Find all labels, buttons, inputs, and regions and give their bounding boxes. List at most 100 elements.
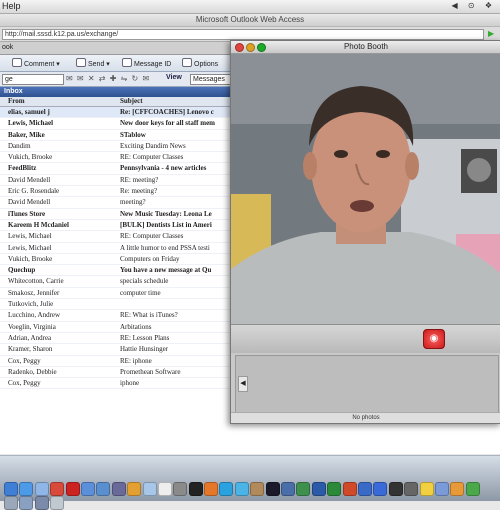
stickies-icon[interactable]: [419, 482, 434, 496]
downloads-icon[interactable]: [34, 496, 49, 510]
address-book-icon[interactable]: [250, 482, 265, 496]
take-photo-button[interactable]: ◉: [423, 329, 445, 349]
send-label: Send: [88, 61, 105, 68]
message-from: Eric G. Rosendale: [8, 187, 60, 196]
message-from: Whitecotton, Carrie: [8, 277, 64, 286]
window-title: Microsoft Outlook Web Access: [0, 14, 500, 27]
powerpoint-icon[interactable]: [342, 482, 357, 496]
message-id-label: Message ID: [134, 61, 172, 68]
message-action-icons[interactable]: ✉ ✉ ✕ ⇄ ✚ ⇋ ↻ ✉: [66, 74, 150, 83]
comment-icon: [12, 58, 22, 67]
ichat-icon[interactable]: [234, 482, 249, 496]
view-label: View: [166, 74, 182, 81]
send-button[interactable]: Send ▾: [76, 58, 110, 68]
message-from: Vukich, Brooke: [8, 153, 53, 162]
photobooth-window: Photo Booth ◉ ◀ No photos: [230, 40, 500, 424]
imovie-icon[interactable]: [111, 482, 126, 496]
message-from: Lewis, Michael: [8, 232, 52, 241]
camera-icon: ◉: [429, 333, 439, 344]
message-id-icon: [122, 58, 132, 67]
excel-icon[interactable]: [327, 482, 342, 496]
finder-icon[interactable]: [4, 482, 18, 496]
message-from: Vukich, Brooke: [8, 254, 53, 263]
keynote-icon[interactable]: [434, 482, 449, 496]
from-column-header[interactable]: From: [8, 97, 25, 105]
safari-icon[interactable]: [19, 482, 34, 496]
message-from: Lewis, Michael: [8, 243, 52, 252]
photobooth-controls: ◉: [231, 324, 500, 353]
preview-icon[interactable]: [142, 482, 157, 496]
message-from: Voeglin, Virginia: [8, 322, 56, 331]
photobooth-titlebar: Photo Booth: [231, 41, 500, 54]
minimize-icon[interactable]: [246, 43, 255, 52]
photobooth-status: No photos: [231, 412, 500, 423]
iphoto-icon[interactable]: [96, 482, 111, 496]
spaces-icon[interactable]: [281, 482, 296, 496]
menu-status-icons[interactable]: ◀ ⊙ ❖: [452, 1, 496, 10]
message-from: Kareem H Mcdaniel: [8, 220, 69, 229]
zoom-icon[interactable]: [257, 43, 266, 52]
photobooth-icon[interactable]: [65, 482, 80, 496]
folder-select[interactable]: ge: [2, 74, 64, 85]
options-label: Options: [194, 61, 219, 68]
tab-outlook[interactable]: ook: [2, 44, 13, 51]
photobooth-title: Photo Booth: [343, 42, 389, 51]
tray-scroll-left-icon[interactable]: ◀: [238, 376, 248, 392]
options-icon: [182, 58, 192, 67]
dashboard-icon[interactable]: [265, 482, 280, 496]
dock-icon-row: [4, 482, 496, 510]
firefox-icon[interactable]: [204, 482, 219, 496]
skype-icon[interactable]: [219, 482, 234, 496]
message-from: Smakosz, Jennifer: [8, 288, 60, 297]
message-id-button[interactable]: Message ID: [122, 58, 171, 68]
send-icon: [76, 58, 86, 67]
camera-preview: [231, 54, 500, 324]
message-from: David Mendell: [8, 198, 51, 207]
message-from: Lewis, Michael: [8, 119, 54, 128]
numbers-icon[interactable]: [465, 482, 480, 496]
options-button[interactable]: Options: [182, 58, 218, 68]
message-from: elias, samuel j: [8, 108, 50, 116]
garageband-icon[interactable]: [127, 482, 142, 496]
url-field[interactable]: http://mail.sssd.k12.pa.us/exchange/: [2, 29, 484, 40]
message-from: Dandim: [8, 141, 31, 150]
message-from: Quechup: [8, 266, 36, 275]
calculator-icon[interactable]: [404, 482, 419, 496]
comment-button[interactable]: Comment ▾: [12, 58, 60, 68]
message-from: Cox, Peggy: [8, 356, 41, 365]
dvd-player-icon[interactable]: [388, 482, 403, 496]
textedit-icon[interactable]: [157, 482, 172, 496]
pages-icon[interactable]: [450, 482, 465, 496]
mail-icon[interactable]: [34, 482, 49, 496]
system-preferences-icon[interactable]: [173, 482, 188, 496]
terminal-icon[interactable]: [188, 482, 203, 496]
message-from: Baker, Mike: [8, 130, 45, 139]
message-from: Radenko, Debbie: [8, 367, 57, 376]
dock: [0, 455, 500, 510]
message-from: Cox, Peggy: [8, 379, 41, 388]
itunes-icon[interactable]: [80, 482, 95, 496]
message-from: David Mendell: [8, 175, 51, 184]
message-from: Kramer, Sharon: [8, 345, 53, 354]
photo-tray: ◀: [235, 355, 499, 413]
menu-bar: Help ◀ ⊙ ❖: [0, 0, 500, 14]
comment-label: Comment: [24, 61, 55, 68]
message-from: FeedBlitz: [8, 164, 37, 173]
message-from: Adrian, Andrea: [8, 333, 52, 342]
stack-icon[interactable]: [4, 496, 18, 510]
trash-icon[interactable]: [50, 496, 65, 510]
timemachine-icon[interactable]: [296, 482, 311, 496]
message-from: Lucchino, Andrew: [8, 311, 61, 320]
go-icon[interactable]: ▶: [488, 29, 496, 38]
quicktime-icon[interactable]: [373, 482, 388, 496]
message-from: Tutkovich, Julie: [8, 300, 54, 309]
message-from: iTunes Store: [8, 209, 46, 218]
documents-icon[interactable]: [19, 496, 34, 510]
ical-icon[interactable]: [50, 482, 65, 496]
entourage-icon[interactable]: [357, 482, 372, 496]
word-icon[interactable]: [311, 482, 326, 496]
webcam-image: [231, 54, 500, 324]
subject-column-header[interactable]: Subject: [120, 97, 143, 105]
menu-help[interactable]: Help: [2, 1, 21, 11]
close-icon[interactable]: [235, 43, 244, 52]
